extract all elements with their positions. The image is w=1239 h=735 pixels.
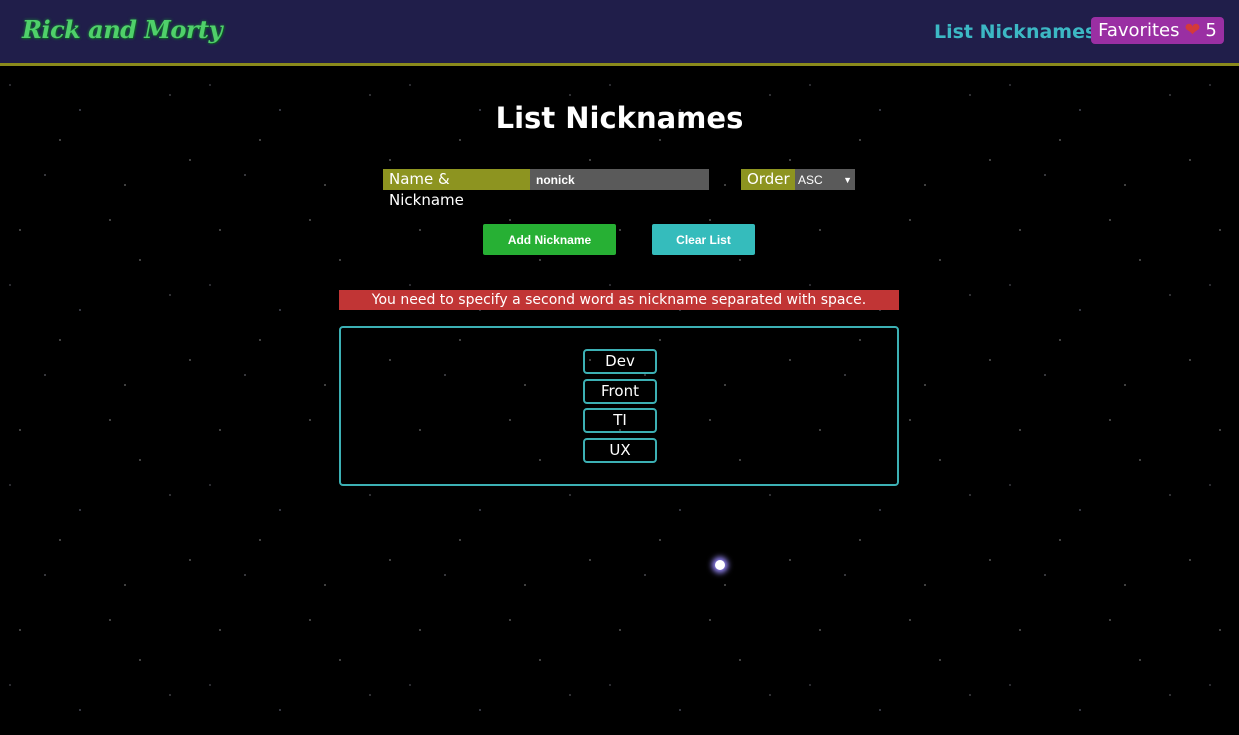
favorites-count: 5	[1205, 20, 1217, 41]
rick-and-morty-logo[interactable]: Rick and Morty	[22, 8, 223, 52]
error-message: You need to specify a second word as nic…	[339, 290, 899, 310]
bright-star-decoration	[715, 560, 725, 570]
order-label: Order	[741, 169, 795, 190]
name-nickname-input[interactable]	[530, 169, 709, 190]
nav-link-list-nicknames[interactable]: List Nicknames	[934, 19, 1096, 45]
page-title: List Nicknames	[495, 101, 744, 135]
chevron-down-icon: ▼	[843, 174, 852, 185]
favorites-button[interactable]: Favorites ❤ 5	[1091, 17, 1224, 44]
nickname-chip[interactable]: UX	[583, 438, 657, 463]
nickname-chip[interactable]: TI	[583, 408, 657, 433]
nickname-chip[interactable]: Dev	[583, 349, 657, 374]
add-nickname-button[interactable]: Add Nickname	[483, 224, 616, 255]
favorites-label: Favorites	[1098, 20, 1180, 41]
top-navbar: Rick and Morty List Nicknames Favorites …	[0, 0, 1239, 66]
order-select[interactable]: ASC ▼	[795, 169, 855, 190]
nickname-chip[interactable]: Front	[583, 379, 657, 404]
name-nickname-label: Name & Nickname	[383, 169, 530, 209]
order-selected-value: ASC	[798, 172, 823, 187]
heart-icon: ❤	[1184, 19, 1201, 41]
clear-list-button[interactable]: Clear List	[652, 224, 755, 255]
nickname-list: Dev Front TI UX	[339, 326, 899, 486]
